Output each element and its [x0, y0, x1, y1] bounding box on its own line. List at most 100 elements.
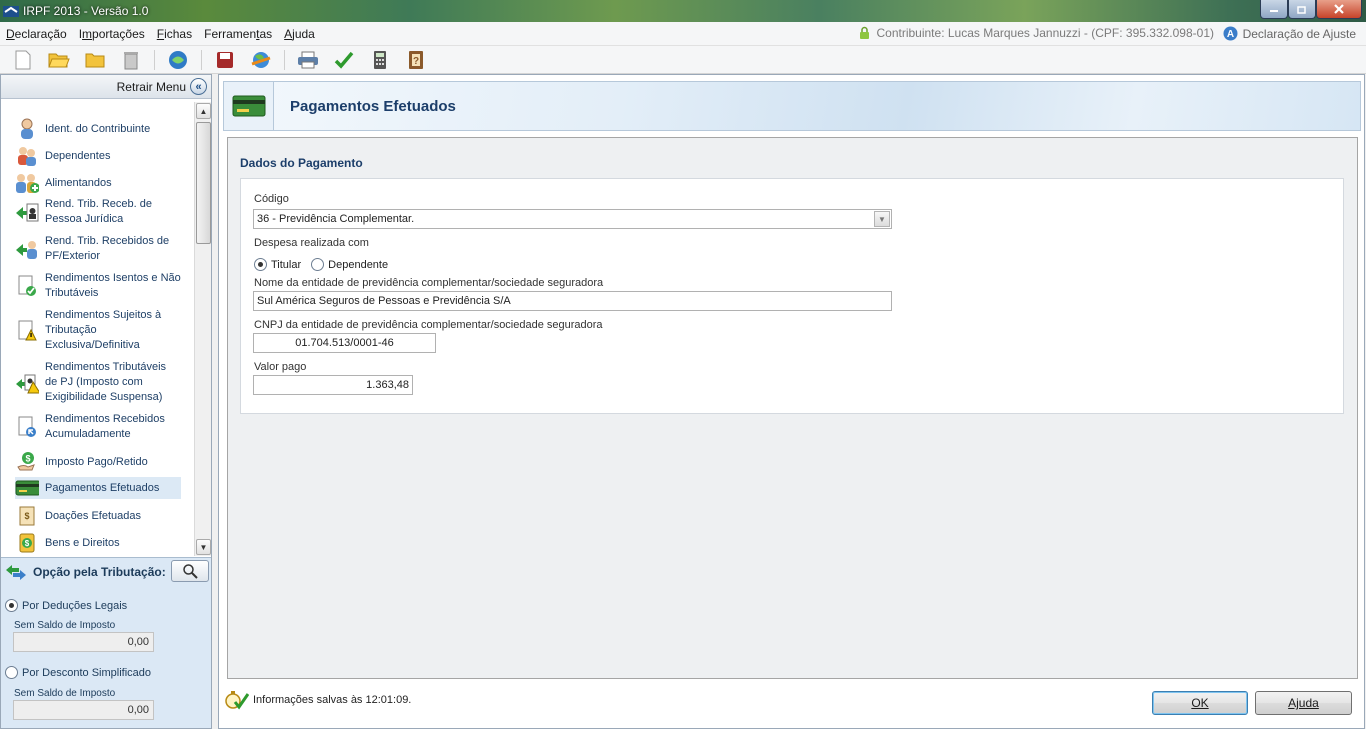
radio-button[interactable] — [5, 666, 18, 679]
sidebar-item-rend-exclusiva[interactable]: Rendimentos Sujeitos à Tributação Exclus… — [15, 308, 181, 353]
cnpj-field[interactable]: 01.704.513/0001-46 — [253, 333, 436, 353]
toolbar: ? — [0, 46, 1366, 74]
nome-entidade-label: Nome da entidade de previdência compleme… — [254, 277, 604, 289]
sidebar-item-rend-acumulados[interactable]: Rendimentos Recebidos Acumuladamente — [15, 412, 181, 442]
receitanet-button[interactable] — [165, 48, 191, 72]
radio-desconto-simplificado[interactable]: Por Desconto Simplificado — [5, 666, 151, 679]
sidebar-item-rend-isentos[interactable]: Rendimentos Isentos e Não Tributáveis — [15, 271, 181, 301]
menu-ajuda[interactable]: Ajuda — [278, 27, 321, 41]
close-button[interactable] — [1316, 0, 1362, 19]
scroll-up-button[interactable]: ▲ — [196, 103, 211, 119]
trash-icon — [124, 51, 138, 69]
svg-text:A: A — [1226, 29, 1233, 40]
scroll-thumb[interactable] — [196, 122, 211, 244]
sidebar-item-ident-contribuinte[interactable]: Ident. do Contribuinte — [15, 117, 181, 141]
person-icon — [15, 117, 39, 141]
sidebar-item-alimentandos[interactable]: Alimentandos — [15, 171, 181, 195]
arrow-transfer-icon — [6, 565, 26, 580]
svg-text:?: ? — [413, 56, 419, 67]
contribuinte-text: Contribuinte: Lucas Marques Jannuzzi - (… — [876, 26, 1214, 40]
web-button[interactable] — [248, 48, 274, 72]
sidebar-item-doacoes[interactable]: $ Doações Efetuadas — [15, 504, 181, 528]
lock-icon — [860, 26, 870, 39]
ok-button[interactable]: OK — [1152, 691, 1248, 715]
menu-declaracao[interactable]: Declaração — [0, 27, 73, 41]
open-button[interactable] — [46, 48, 72, 72]
help-book-button[interactable]: ? — [403, 48, 429, 72]
header-icon-box — [224, 82, 274, 130]
cnpj-label: CNPJ da entidade de previdência compleme… — [254, 319, 603, 331]
card-icon — [15, 476, 39, 500]
scroll-down-button[interactable]: ▼ — [196, 539, 211, 555]
hand-coin-icon: $ — [15, 450, 39, 474]
close-icon — [1334, 4, 1344, 14]
sidebar-item-label: Doações Efetuadas — [45, 509, 142, 522]
sidebar-item-rend-suspensa[interactable]: Rendimentos Tributáveis de PJ (Imposto c… — [15, 360, 181, 405]
codigo-select[interactable]: 36 - Previdência Complementar. ▼ — [253, 209, 892, 229]
folder-button[interactable] — [82, 48, 108, 72]
retrair-label: Retrair Menu — [116, 79, 186, 94]
verify-button[interactable] — [331, 48, 357, 72]
calculator-button[interactable] — [367, 48, 393, 72]
document-warning-icon — [15, 319, 39, 343]
radio-dependente[interactable] — [311, 258, 325, 271]
radio-deducoes-legais[interactable]: Por Deduções Legais — [5, 599, 127, 612]
radio-titular[interactable] — [254, 258, 267, 271]
main-panel: Pagamentos Efetuados Dados do Pagamento … — [218, 74, 1365, 729]
sidebar-item-label: Rendimentos Recebidos Acumuladamente — [45, 413, 165, 440]
sidebar-scrollbar[interactable]: ▲ ▼ — [194, 102, 211, 556]
save-button[interactable] — [212, 48, 238, 72]
sidebar-item-bens[interactable]: $ Bens e Direitos — [15, 531, 181, 555]
sidebar-item-label: Rendimentos Isentos e Não Tributáveis — [45, 272, 181, 299]
page-header: Pagamentos Efetuados — [223, 81, 1361, 131]
saldo-label: Sem Saldo de Imposto — [14, 688, 116, 699]
svg-text:$: $ — [24, 511, 29, 521]
minimize-icon — [1270, 10, 1278, 12]
donation-icon: $ — [15, 504, 39, 528]
calculator-icon — [374, 50, 386, 69]
retrair-menu[interactable]: Retrair Menu « — [1, 75, 211, 99]
rend-pj-icon — [15, 200, 39, 224]
magnifier-icon — [183, 564, 198, 579]
page-title: Pagamentos Efetuados — [290, 98, 456, 115]
alimentandos-icon — [15, 171, 39, 195]
globe-icon — [251, 51, 271, 68]
collapse-icon[interactable]: « — [190, 78, 207, 95]
ajuda-button[interactable]: Ajuda — [1255, 691, 1352, 715]
nome-entidade-field[interactable]: Sul América Seguros de Pessoas e Previdê… — [253, 291, 892, 311]
sidebar-item-label: Imposto Pago/Retido — [45, 455, 148, 468]
valor-pago-field[interactable]: 1.363,48 — [253, 375, 413, 395]
sidebar-item-imposto-pago[interactable]: $ Imposto Pago/Retido — [15, 450, 181, 474]
despesa-label: Despesa realizada com — [254, 237, 369, 249]
codigo-label: Código — [254, 193, 289, 205]
radio-button[interactable] — [5, 599, 18, 612]
maximize-button[interactable] — [1288, 0, 1316, 19]
sidebar-item-dependentes[interactable]: Dependentes — [15, 144, 181, 168]
minimize-button[interactable] — [1260, 0, 1288, 19]
sidebar-item-rend-pf[interactable]: Rend. Trib. Recebidos de PF/Exterior — [15, 234, 181, 264]
radio-label: Por Deduções Legais — [22, 599, 128, 612]
app-icon — [3, 6, 19, 17]
sidebar-item-label: Rend. Trib. Recebidos de PF/Exterior — [45, 235, 170, 262]
print-button[interactable] — [295, 48, 321, 72]
sidebar-item-label: Rendimentos Tributáveis de PJ (Imposto c… — [45, 361, 167, 403]
content-area: Dados do Pagamento Código 36 - Previdênc… — [227, 137, 1358, 679]
chevron-down-icon[interactable]: ▼ — [874, 211, 890, 227]
transmit-icon — [169, 50, 187, 69]
opcao-search-button[interactable] — [171, 560, 209, 582]
menu-fichas[interactable]: Fichas — [151, 27, 198, 41]
delete-button[interactable] — [118, 48, 144, 72]
declaracao-icon: A — [1223, 26, 1238, 41]
new-button[interactable] — [10, 48, 36, 72]
opcao-title: Opção pela Tributação: — [33, 565, 166, 579]
sidebar-item-rend-pj[interactable]: Rend. Trib. Receb. de Pessoa Jurídica — [15, 197, 181, 227]
rend-pf-icon — [15, 237, 39, 261]
window-title: IRPF 2013 - Versão 1.0 — [23, 4, 149, 18]
payment-form: Código 36 - Previdência Complementar. ▼ … — [240, 178, 1344, 414]
menu-ferramentas[interactable]: Ferramentas — [198, 27, 278, 41]
deducoes-value: 0,00 — [13, 632, 154, 652]
status-bar: Informações salvas às 12:01:09. — [223, 690, 411, 710]
sidebar-item-pagamentos[interactable]: Pagamentos Efetuados — [15, 477, 181, 499]
menu-importacoes[interactable]: Importações — [73, 27, 151, 41]
rend-suspensa-icon — [15, 371, 39, 395]
